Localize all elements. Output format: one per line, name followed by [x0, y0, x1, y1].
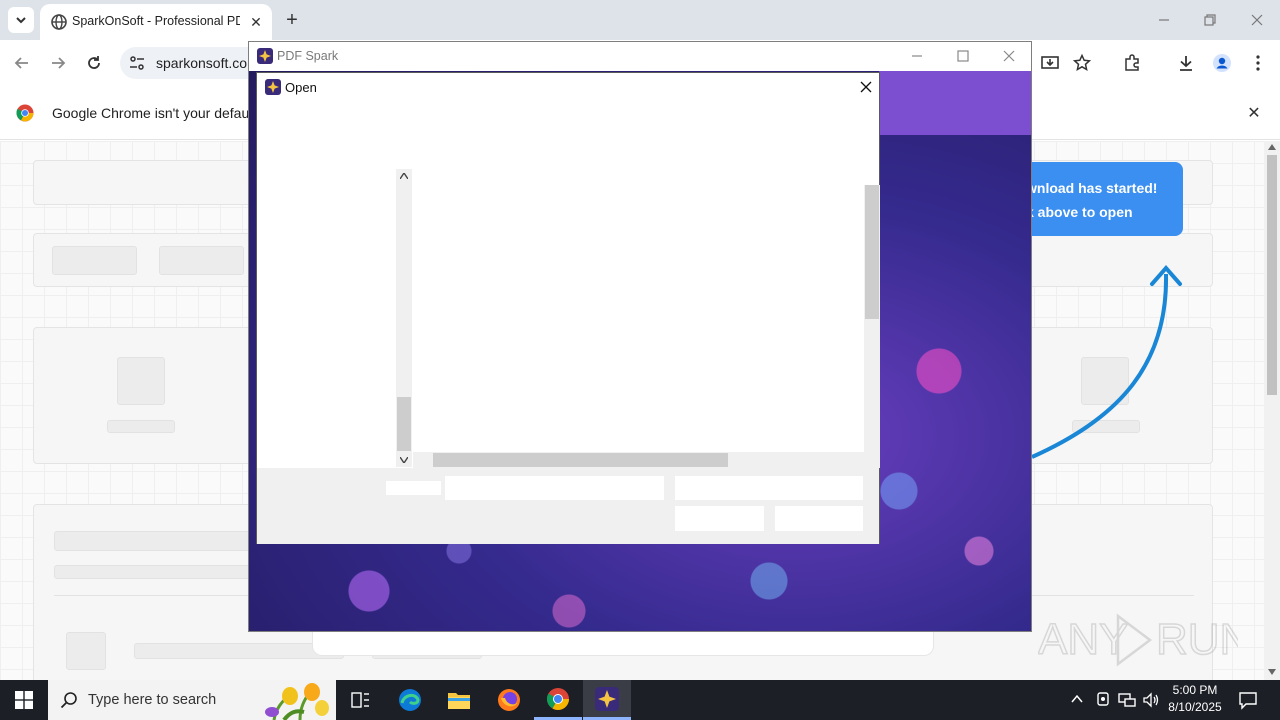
dialog-title: Open — [285, 80, 317, 95]
clock-time: 5:00 PM — [1172, 683, 1218, 697]
minimize-icon[interactable] — [1152, 8, 1176, 32]
svg-text:RUN: RUN — [1156, 615, 1238, 664]
install-app-icon[interactable] — [1038, 51, 1062, 75]
callout-line-2: k above to open — [1026, 204, 1133, 220]
dialog-footer — [257, 468, 879, 544]
anyrun-logo-icon: ANY RUN — [1037, 613, 1252, 667]
pdf-maximize-icon[interactable] — [951, 44, 975, 68]
tray-volume-icon[interactable] — [1142, 691, 1160, 714]
skeleton-feature-label — [107, 420, 175, 433]
infobar-message: Google Chrome isn't your default b — [52, 105, 268, 121]
file-list-hscroll[interactable] — [413, 452, 864, 468]
open-button[interactable] — [675, 506, 764, 531]
download-started-callout: wnload has started! k above to open — [1016, 162, 1183, 236]
tray-network-icon[interactable] — [1118, 691, 1136, 714]
tray-device-icon[interactable] — [1095, 691, 1111, 714]
star-bookmark-icon[interactable] — [1070, 51, 1094, 75]
browser-tab-active[interactable]: SparkOnSoft - Professional PDF ✕ — [40, 4, 272, 40]
search-icon — [60, 692, 77, 709]
nav-pane-scrollbar[interactable] — [396, 169, 412, 467]
callout-line-1: wnload has started! — [1026, 180, 1158, 196]
forward-arrow-icon[interactable] — [46, 51, 70, 75]
svg-text:ANY: ANY — [1038, 615, 1128, 664]
profile-avatar-icon[interactable] — [1210, 51, 1234, 75]
dialog-close-button[interactable] — [855, 77, 877, 97]
extensions-puzzle-icon[interactable] — [1120, 51, 1144, 75]
pdf-close-icon[interactable] — [997, 44, 1021, 68]
folder-icon — [448, 693, 470, 709]
menu-kebab-icon[interactable] — [1246, 51, 1270, 75]
task-view-icon — [351, 692, 369, 708]
start-button[interactable] — [0, 680, 48, 720]
file-list-hscroll-thumb[interactable] — [433, 453, 728, 467]
pdf-spark-titlebar[interactable]: PDF Spark — [249, 42, 1031, 71]
browser-tabstrip: SparkOnSoft - Professional PDF ✕ + — [0, 0, 1280, 40]
close-icon — [860, 81, 872, 93]
page-scrollbar[interactable] — [1264, 141, 1280, 680]
close-window-icon[interactable] — [1245, 8, 1269, 32]
dialog-app-icon — [265, 79, 281, 95]
scroll-down-icon — [400, 457, 408, 463]
callout-arrow-icon — [1031, 264, 1182, 459]
windows-taskbar: Type here to search 5:00 PM 8/10/2025 — [0, 680, 1280, 720]
edge-browser-icon — [399, 689, 421, 711]
chrome-logo-icon — [16, 104, 34, 122]
new-tab-button[interactable]: + — [280, 8, 304, 32]
pdf-spark-logo-icon — [257, 48, 273, 64]
taskbar-clock[interactable]: 5:00 PM 8/10/2025 — [1162, 683, 1228, 717]
task-view-button[interactable] — [336, 680, 384, 720]
skeleton-line — [54, 565, 254, 579]
windows-logo-icon — [15, 691, 33, 709]
pdf-spark-header-band — [879, 71, 1031, 135]
taskbar-search-placeholder: Type here to search — [88, 692, 217, 708]
file-list-vscroll[interactable] — [864, 185, 880, 468]
open-file-dialog: Open — [256, 72, 880, 544]
site-info-icon[interactable] — [128, 54, 146, 72]
skeleton-line — [54, 531, 254, 551]
skeleton-feature-icon — [117, 357, 165, 405]
pdf-spark-title: PDF Spark — [277, 49, 339, 63]
downloads-icon[interactable] — [1174, 51, 1198, 75]
tab-title: SparkOnSoft - Professional PDF — [72, 14, 240, 28]
globe-icon — [51, 14, 67, 30]
taskbar-firefox[interactable] — [485, 680, 533, 720]
taskbar-edge[interactable] — [386, 680, 434, 720]
clock-date: 8/10/2025 — [1168, 700, 1222, 714]
file-type-select[interactable] — [675, 476, 863, 500]
firefox-icon — [498, 689, 520, 711]
pdf-spark-icon — [595, 686, 619, 711]
skeleton-nav-item — [159, 246, 244, 275]
chevron-down-icon — [16, 17, 26, 24]
page-shadow-panel — [312, 632, 934, 656]
scroll-down-icon — [1268, 669, 1276, 675]
restore-icon[interactable] — [1198, 8, 1222, 32]
tab-search-button[interactable] — [8, 7, 34, 33]
notification-center-icon[interactable] — [1238, 690, 1258, 715]
nav-pane-scrollbar-thumb[interactable] — [397, 397, 411, 451]
taskbar-chrome[interactable] — [534, 680, 582, 720]
file-list-vscroll-thumb[interactable] — [865, 185, 879, 319]
infobar-close-button[interactable]: ✕ — [1244, 103, 1264, 123]
address-text: sparkonsoft.co — [156, 55, 248, 71]
scroll-up-icon — [1268, 144, 1276, 150]
taskbar-pdf-spark[interactable] — [583, 680, 631, 720]
page-scrollbar-thumb[interactable] — [1267, 155, 1277, 395]
skeleton-nav-item — [52, 246, 137, 275]
anyrun-watermark: ANY RUN — [1037, 608, 1252, 672]
file-name-label-area — [386, 481, 441, 495]
tray-chevron-up-icon[interactable] — [1070, 692, 1084, 711]
cancel-button[interactable] — [775, 506, 863, 531]
reload-icon[interactable] — [82, 51, 106, 75]
pdf-minimize-icon[interactable] — [905, 44, 929, 68]
file-name-input[interactable] — [445, 476, 664, 500]
scroll-up-icon — [400, 173, 408, 179]
taskbar-file-explorer[interactable] — [435, 680, 483, 720]
taskbar-search-box[interactable]: Type here to search — [48, 680, 336, 720]
tab-close-button[interactable]: ✕ — [246, 12, 266, 32]
chrome-icon — [546, 687, 569, 710]
tulips-decoration-icon — [265, 683, 329, 720]
back-arrow-icon[interactable] — [10, 51, 34, 75]
skeleton-thumb — [66, 632, 106, 670]
